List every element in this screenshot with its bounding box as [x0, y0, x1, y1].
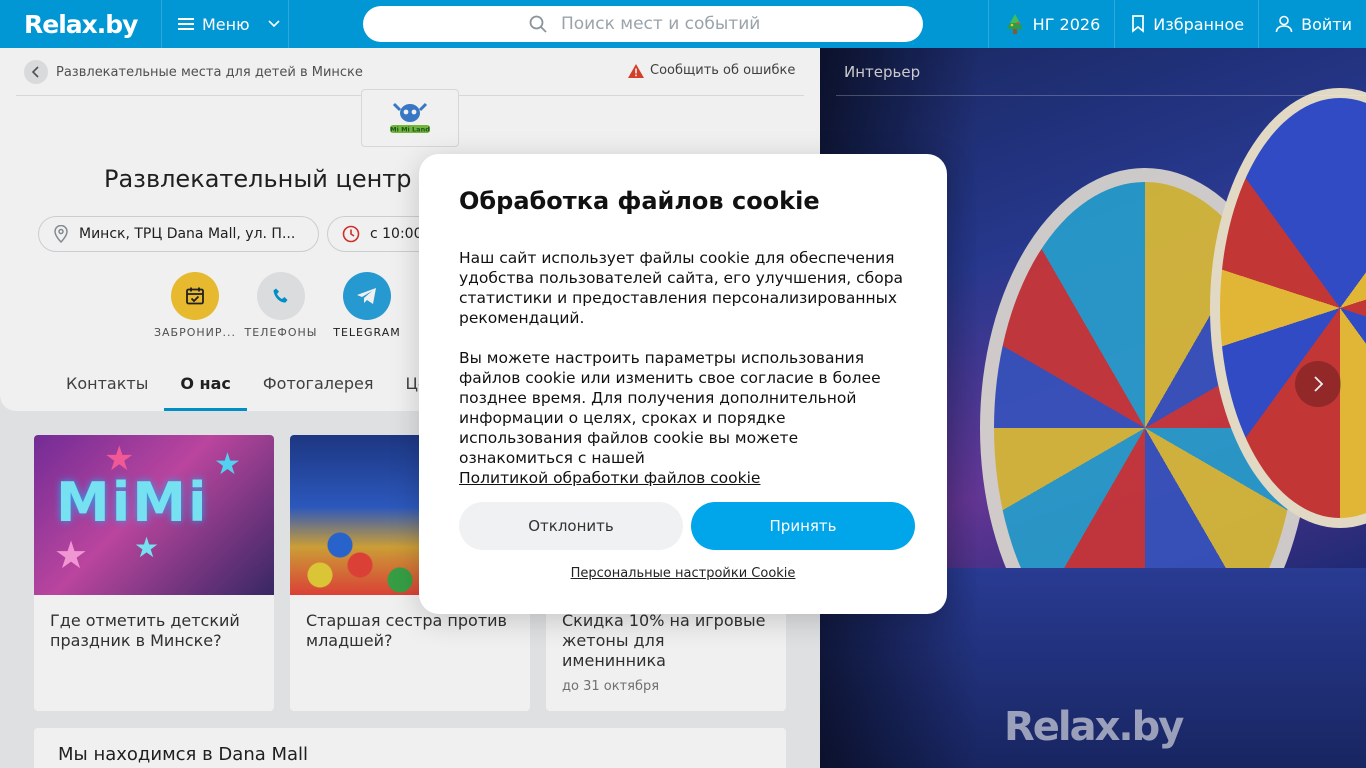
cookie-paragraph-1: Наш сайт использует файлы cookie для обе… [459, 249, 904, 327]
menu-label: Меню [202, 14, 250, 34]
search-input[interactable]: Поиск мест и событий [363, 6, 923, 42]
top-bar: Relax.by Меню Поиск мест и событий НГ 20… [0, 0, 1366, 48]
bookmark-icon [1132, 15, 1145, 33]
cookie-modal: Обработка файлов cookie Наш сайт использ… [419, 154, 947, 614]
login-link[interactable]: Войти [1258, 0, 1366, 48]
new-year-link[interactable]: НГ 2026 [987, 0, 1115, 48]
cookie-paragraph-2: Вы можете настроить параметры использова… [459, 348, 907, 488]
cookie-modal-title: Обработка файлов cookie [459, 187, 820, 215]
new-year-label: НГ 2026 [1032, 14, 1101, 34]
christmas-tree-icon [1006, 14, 1023, 34]
menu-button[interactable]: Меню [162, 0, 289, 48]
cookie-policy-link[interactable]: Политикой обработки файлов cookie [459, 469, 760, 487]
favorites-link[interactable]: Избранное [1114, 0, 1258, 48]
cookie-settings-link[interactable]: Персональные настройки Cookie [419, 566, 947, 581]
chevron-down-icon [268, 20, 280, 28]
cookie-paragraph-2-text: Вы можете настроить параметры использова… [459, 349, 881, 467]
search-placeholder: Поиск мест и событий [561, 14, 761, 34]
search-icon [529, 15, 547, 33]
site-logo[interactable]: Relax.by [0, 0, 162, 48]
hamburger-icon [178, 18, 194, 30]
accept-button[interactable]: Принять [691, 502, 915, 550]
user-icon [1275, 15, 1293, 33]
login-label: Войти [1301, 14, 1352, 34]
favorites-label: Избранное [1153, 14, 1245, 34]
decline-button[interactable]: Отклонить [459, 502, 683, 550]
cookie-buttons: Отклонить Принять [459, 502, 915, 550]
